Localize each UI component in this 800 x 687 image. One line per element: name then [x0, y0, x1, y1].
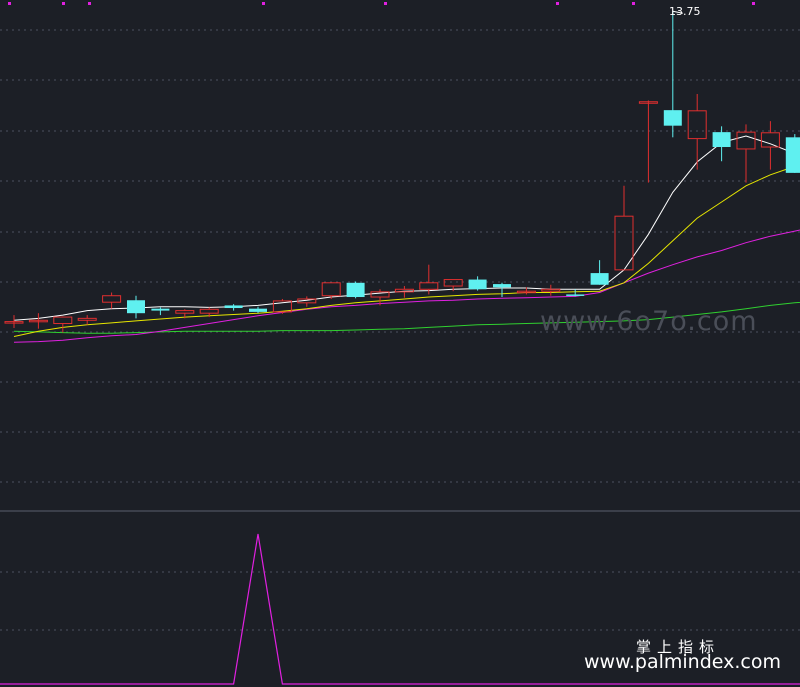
top-marker — [632, 2, 635, 5]
watermark-brand-url: www.palmindex.com — [584, 651, 782, 673]
candle — [468, 276, 487, 291]
candle-body — [785, 137, 800, 173]
top-marker — [62, 2, 65, 5]
top-marker — [384, 2, 387, 5]
candle — [712, 126, 731, 162]
candle-body — [566, 294, 585, 296]
candle — [224, 304, 243, 311]
candle-body — [77, 317, 97, 321]
top-marker — [752, 2, 755, 5]
candle-body — [151, 308, 170, 311]
candle — [394, 286, 414, 298]
stock-chart — [0, 2, 800, 685]
candle — [614, 185, 634, 271]
candle-body — [760, 132, 780, 148]
candle-body — [321, 282, 341, 297]
top-marker — [556, 2, 559, 5]
candle — [102, 292, 122, 309]
candle-body — [541, 288, 561, 292]
candle — [785, 134, 800, 173]
top-markers — [8, 2, 755, 5]
candle-body — [443, 279, 463, 287]
candle — [151, 307, 170, 316]
candle-body — [590, 273, 609, 285]
candle-body — [493, 284, 511, 288]
candle — [541, 284, 561, 296]
candle-body — [224, 305, 243, 309]
candle-body — [687, 110, 707, 140]
top-marker — [88, 2, 91, 5]
candle — [53, 316, 73, 333]
candle — [760, 121, 780, 170]
top-marker — [262, 2, 265, 5]
candle-body — [127, 300, 145, 314]
candle — [736, 124, 756, 183]
candle — [272, 298, 292, 314]
candle — [28, 313, 48, 329]
candle-body — [102, 295, 122, 303]
candle-body — [712, 132, 731, 148]
max-price-label: 13.75 — [669, 5, 701, 18]
candle — [77, 315, 97, 325]
candle — [297, 296, 317, 307]
candle — [493, 282, 511, 298]
candle — [127, 295, 145, 319]
candle — [566, 289, 585, 297]
candle-body — [53, 316, 73, 325]
candle-body — [614, 215, 634, 271]
candle-body — [249, 308, 267, 312]
candle-body — [736, 131, 756, 150]
candle — [638, 100, 658, 183]
candle-body — [468, 279, 487, 290]
candlesticks — [4, 10, 800, 333]
candle — [4, 315, 24, 329]
candle — [346, 281, 365, 299]
candle-body — [419, 282, 439, 290]
watermark-center: www.6o7o.com — [540, 306, 758, 337]
candle-body — [663, 110, 682, 126]
candle-body — [175, 310, 195, 314]
candle-body — [199, 308, 219, 314]
candle-body — [346, 282, 365, 298]
top-marker — [8, 2, 11, 5]
candle — [590, 260, 609, 285]
candle — [687, 93, 707, 170]
ma5-line — [13, 135, 800, 321]
